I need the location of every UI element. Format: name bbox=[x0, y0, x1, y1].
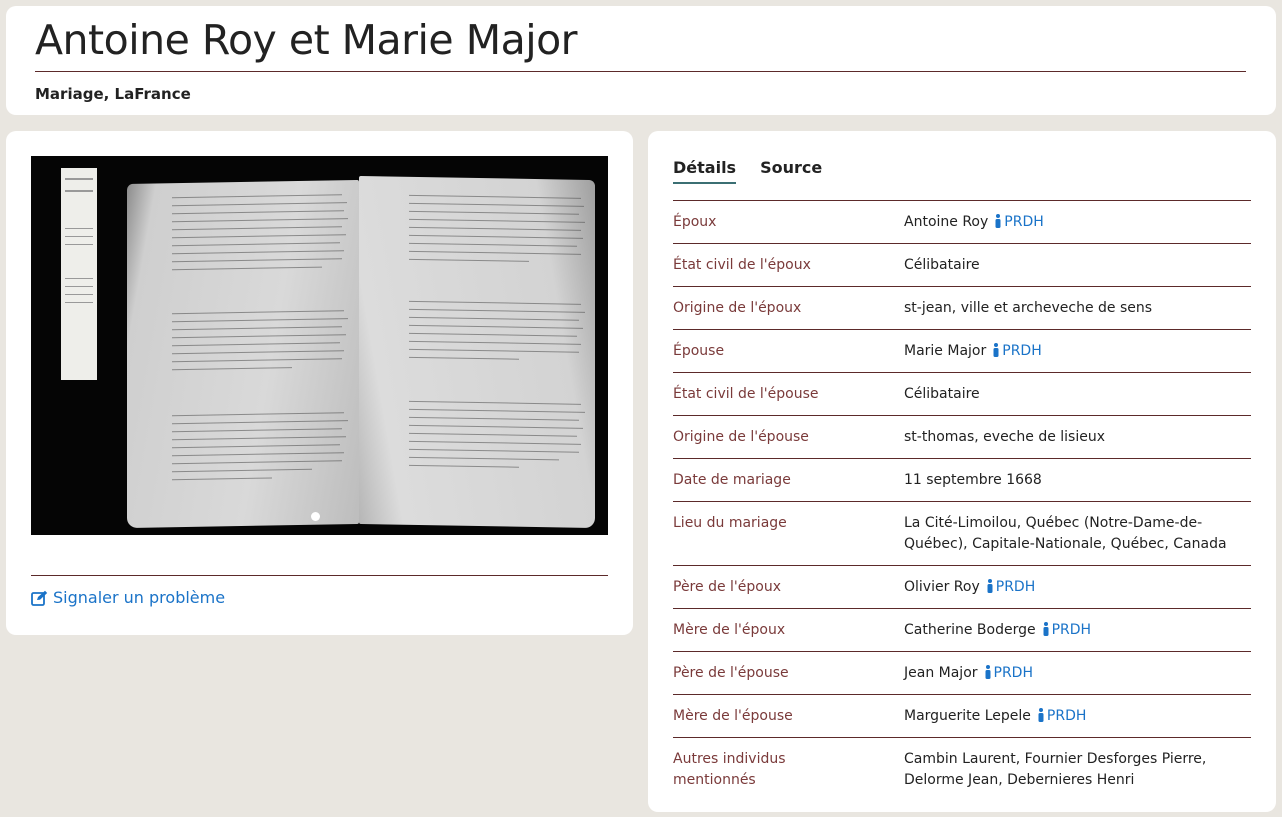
table-row: Époux Antoine Roy PRDH bbox=[673, 201, 1251, 244]
row-label: État civil de l'épouse bbox=[673, 386, 819, 402]
tab-details[interactable]: Détails bbox=[673, 158, 737, 184]
prdh-label: PRDH bbox=[993, 665, 1033, 681]
register-left-page bbox=[127, 179, 359, 529]
row-value: Célibataire bbox=[904, 386, 980, 402]
table-row: Épouse Marie Major PRDH bbox=[673, 330, 1251, 373]
header-card: Antoine Roy et Marie Major Mariage, LaFr… bbox=[6, 6, 1276, 115]
row-label: Mère de l'épouse bbox=[673, 708, 793, 724]
row-value: st-thomas, eveche de lisieux bbox=[904, 429, 1106, 445]
table-row: Autres individus mentionnés Cambin Laure… bbox=[673, 738, 1251, 801]
report-problem-link[interactable]: Signaler un problème bbox=[31, 588, 225, 607]
bride-mother-name: Marguerite Lepele bbox=[904, 708, 1031, 724]
table-row: Père de l'époux Olivier Roy PRDH bbox=[673, 566, 1251, 609]
row-label: Épouse bbox=[673, 343, 725, 359]
register-right-page bbox=[359, 175, 595, 529]
prdh-link[interactable]: PRDH bbox=[994, 214, 1044, 230]
archive-label-strip bbox=[61, 168, 97, 380]
person-icon bbox=[1038, 708, 1044, 722]
prdh-link[interactable]: PRDH bbox=[984, 665, 1033, 681]
person-icon bbox=[1043, 622, 1049, 636]
row-label: Origine de l'époux bbox=[673, 300, 802, 316]
row-value: Marguerite Lepele PRDH bbox=[904, 706, 1251, 727]
row-value: Cambin Laurent, Fournier Desforges Pierr… bbox=[904, 751, 1207, 788]
row-value: Olivier Roy PRDH bbox=[904, 577, 1251, 598]
table-row: Origine de l'époux st-jean, ville et arc… bbox=[673, 287, 1251, 330]
details-table: Époux Antoine Roy PRDH État civil de l'ép… bbox=[673, 200, 1251, 801]
groom-name: Antoine Roy bbox=[904, 214, 989, 230]
row-value: Marie Major PRDH bbox=[904, 341, 1251, 362]
table-row: Date de mariage 11 septembre 1668 bbox=[673, 459, 1251, 502]
prdh-link[interactable]: PRDH bbox=[992, 343, 1042, 359]
table-row: Mère de l'épouse Marguerite Lepele PRDH bbox=[673, 695, 1251, 738]
row-label: Père de l'époux bbox=[673, 579, 781, 595]
row-value: 11 septembre 1668 bbox=[904, 472, 1042, 488]
bride-name: Marie Major bbox=[904, 343, 987, 359]
details-card: Détails Source Époux Antoine Roy PRDH Éta… bbox=[648, 131, 1276, 812]
prdh-link[interactable]: PRDH bbox=[1037, 708, 1086, 724]
row-value: Célibataire bbox=[904, 257, 980, 273]
person-icon bbox=[985, 665, 991, 679]
row-value: Antoine Roy PRDH bbox=[904, 212, 1251, 233]
title-divider bbox=[35, 71, 1246, 72]
row-label: Date de mariage bbox=[673, 472, 791, 488]
row-label: Père de l'épouse bbox=[673, 665, 789, 681]
table-row: Lieu du mariage La Cité-Limoilou, Québec… bbox=[673, 502, 1251, 566]
tab-source[interactable]: Source bbox=[760, 158, 822, 184]
prdh-link[interactable]: PRDH bbox=[986, 579, 1035, 595]
row-label: État civil de l'époux bbox=[673, 257, 811, 273]
carousel-dot[interactable] bbox=[311, 512, 320, 521]
prdh-label: PRDH bbox=[1046, 708, 1087, 724]
prdh-label: PRDH bbox=[1002, 343, 1042, 359]
person-icon bbox=[993, 343, 999, 357]
row-value: Catherine Boderge PRDH bbox=[904, 620, 1251, 641]
table-row: État civil de l'épouse Célibataire bbox=[673, 373, 1251, 416]
tab-bar: Détails Source bbox=[673, 158, 822, 184]
table-row: État civil de l'époux Célibataire bbox=[673, 244, 1251, 287]
row-value: La Cité-Limoilou, Québec (Notre-Dame-de-… bbox=[904, 515, 1227, 552]
prdh-label: PRDH bbox=[995, 579, 1036, 595]
row-label: Lieu du mariage bbox=[673, 515, 787, 531]
table-row: Origine de l'épouse st-thomas, eveche de… bbox=[673, 416, 1251, 459]
prdh-label: PRDH bbox=[1004, 214, 1044, 230]
page-subtitle: Mariage, LaFrance bbox=[35, 85, 191, 103]
row-value: Jean Major PRDH bbox=[904, 663, 1251, 684]
prdh-label: PRDH bbox=[1051, 622, 1092, 638]
edit-icon bbox=[31, 590, 48, 606]
row-label: Autres individus mentionnés bbox=[673, 751, 786, 788]
table-row: Mère de l'époux Catherine Boderge PRDH bbox=[673, 609, 1251, 652]
page-title: Antoine Roy et Marie Major bbox=[35, 16, 578, 64]
prdh-link[interactable]: PRDH bbox=[1042, 622, 1091, 638]
register-scan-image[interactable] bbox=[31, 156, 608, 535]
row-label: Mère de l'époux bbox=[673, 622, 786, 638]
row-label: Époux bbox=[673, 214, 717, 230]
row-label: Origine de l'épouse bbox=[673, 429, 809, 445]
person-icon bbox=[995, 214, 1001, 228]
report-problem-label: Signaler un problème bbox=[53, 588, 226, 607]
image-card: Signaler un problème bbox=[6, 131, 633, 635]
image-card-divider bbox=[31, 575, 608, 576]
bride-father-name: Jean Major bbox=[904, 665, 978, 681]
table-row: Père de l'épouse Jean Major PRDH bbox=[673, 652, 1251, 695]
person-icon bbox=[987, 579, 993, 593]
row-value: st-jean, ville et archeveche de sens bbox=[904, 300, 1153, 316]
groom-father-name: Olivier Roy bbox=[904, 579, 980, 595]
groom-mother-name: Catherine Boderge bbox=[904, 622, 1036, 638]
